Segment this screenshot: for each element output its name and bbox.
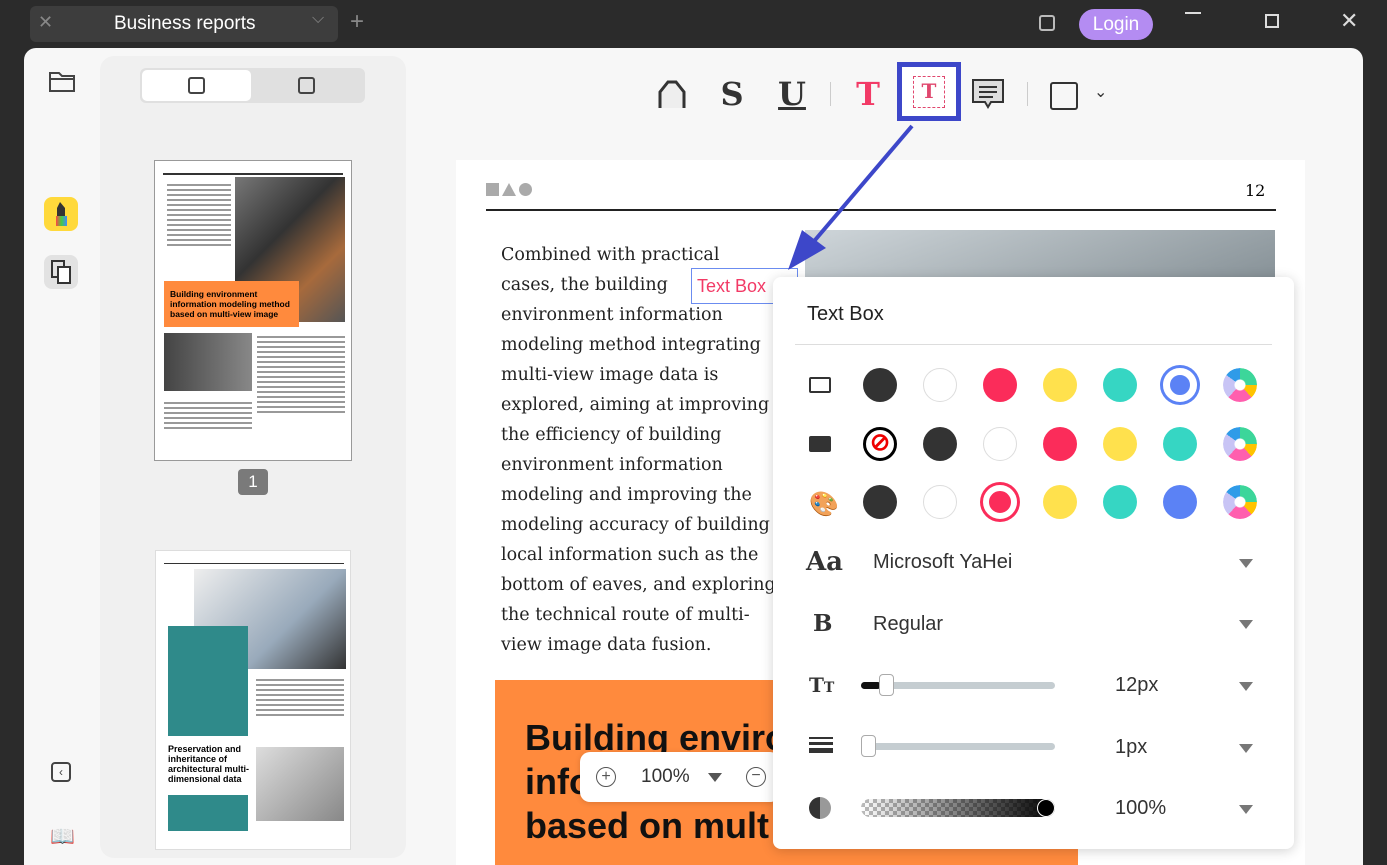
page-number-badge: 1	[238, 469, 268, 495]
font-weight-icon: B	[813, 610, 833, 637]
fill-color-icon	[809, 436, 831, 452]
text-color-white[interactable]	[923, 485, 957, 519]
comment-tool[interactable]	[968, 72, 1008, 116]
zoom-level[interactable]: 100%	[641, 766, 690, 788]
border-color-yellow[interactable]	[1043, 368, 1077, 402]
border-custom-color-icon[interactable]	[1223, 368, 1257, 402]
strikethrough-tool[interactable]: S	[712, 72, 752, 116]
font-family-select[interactable]: Microsoft YaHei	[873, 551, 1012, 574]
fill-color-red[interactable]	[1043, 427, 1077, 461]
collapse-sidebar-icon[interactable]: ‹	[51, 762, 71, 782]
fill-custom-color-icon[interactable]	[1223, 427, 1257, 461]
zoom-dropdown-icon[interactable]	[708, 773, 722, 782]
thumbnails-icon	[188, 77, 205, 94]
border-width-icon	[809, 737, 833, 753]
text-color-dark[interactable]	[863, 485, 897, 519]
comment-mode-highlighter-icon[interactable]	[44, 197, 78, 231]
thumbnails-tab[interactable]	[142, 70, 251, 101]
opacity-dropdown-icon[interactable]	[1239, 805, 1253, 814]
font-weight-dropdown-icon[interactable]	[1239, 620, 1253, 629]
border-width-slider[interactable]	[861, 735, 1055, 757]
shape-dropdown-chevron-icon[interactable]: ⌄	[1094, 82, 1107, 102]
page-number: 12	[1245, 181, 1266, 200]
zoom-in-button[interactable]: +	[596, 767, 616, 787]
reader-mode-icon[interactable]: 📖	[50, 824, 75, 849]
text-tool[interactable]: T	[848, 72, 888, 116]
opacity-value[interactable]: 100%	[1115, 797, 1166, 820]
text-color-yellow[interactable]	[1043, 485, 1077, 519]
document-tab[interactable]: ✕ Business reports ⌵	[30, 6, 338, 42]
border-color-teal[interactable]	[1103, 368, 1137, 402]
folder-icon[interactable]	[45, 64, 79, 98]
new-tab-button[interactable]: +	[350, 8, 364, 36]
organize-pages-icon[interactable]	[44, 255, 78, 289]
border-color-dark[interactable]	[863, 368, 897, 402]
page-thumbnail-1[interactable]: Building environment information modelin…	[154, 160, 352, 461]
border-color-white[interactable]	[923, 368, 957, 402]
minimize-button[interactable]	[1185, 12, 1201, 14]
font-weight-select[interactable]: Regular	[873, 613, 943, 636]
close-window-button[interactable]: ✕	[1340, 8, 1358, 34]
thumbnail-heading: Preservation and inheritance of architec…	[168, 744, 250, 784]
border-width-dropdown-icon[interactable]	[1239, 744, 1253, 753]
text-color-red-selected[interactable]	[983, 485, 1017, 519]
font-size-slider-handle[interactable]	[879, 674, 894, 696]
bookmark-tab[interactable]	[298, 77, 315, 94]
panel-title: Text Box	[807, 303, 884, 325]
border-width-slider-handle[interactable]	[861, 735, 876, 757]
border-color-icon	[809, 377, 831, 393]
opacity-slider-handle[interactable]	[1037, 799, 1055, 817]
shape-tool[interactable]	[1050, 82, 1078, 110]
panel-toggle-icon[interactable]	[1039, 15, 1055, 31]
font-family-dropdown-icon[interactable]	[1239, 559, 1253, 568]
login-button[interactable]: Login	[1079, 9, 1153, 40]
fill-none-selected-icon[interactable]: ⊘	[863, 427, 897, 461]
close-tab-icon[interactable]: ✕	[38, 12, 53, 33]
maximize-button[interactable]	[1265, 14, 1279, 28]
thumbnail-heading: Building environment information modelin…	[164, 281, 299, 327]
text-box-icon: T	[913, 76, 945, 108]
palette-icon: 🎨	[809, 491, 839, 518]
opacity-slider[interactable]	[861, 799, 1055, 817]
border-color-red[interactable]	[983, 368, 1017, 402]
fill-color-dark[interactable]	[923, 427, 957, 461]
opacity-icon	[809, 797, 831, 819]
border-width-value[interactable]: 1px	[1115, 736, 1147, 759]
fill-color-teal[interactable]	[1163, 427, 1197, 461]
underline-tool[interactable]: U	[772, 72, 812, 116]
text-custom-color-icon[interactable]	[1223, 485, 1257, 519]
border-color-blue-selected[interactable]	[1163, 368, 1197, 402]
font-size-slider[interactable]	[861, 674, 1055, 696]
panel-view-switch	[140, 68, 365, 103]
zoom-out-button[interactable]: −	[746, 767, 766, 787]
page-thumbnail-2[interactable]: Preservation and inheritance of architec…	[155, 550, 351, 850]
page-header-logo	[486, 183, 532, 196]
text-color-teal[interactable]	[1103, 485, 1137, 519]
text-color-blue[interactable]	[1163, 485, 1197, 519]
fill-color-white[interactable]	[983, 427, 1017, 461]
pointer-arrow	[788, 124, 914, 270]
font-family-icon: Aa	[806, 547, 844, 577]
zoom-bar: + 100% −	[580, 752, 780, 802]
text-box-tool[interactable]: T	[897, 62, 961, 121]
text-box-properties-panel: Text Box ⊘ 🎨 Aa Microsoft YaHei B Regula…	[773, 277, 1294, 849]
fill-color-yellow[interactable]	[1103, 427, 1137, 461]
font-size-value[interactable]: 12px	[1115, 674, 1158, 697]
font-size-icon: TT	[809, 673, 835, 697]
tab-title: Business reports	[114, 13, 256, 34]
font-size-dropdown-icon[interactable]	[1239, 682, 1253, 691]
highlight-tool[interactable]	[652, 72, 692, 116]
chevron-down-icon[interactable]: ⌵	[312, 10, 324, 28]
